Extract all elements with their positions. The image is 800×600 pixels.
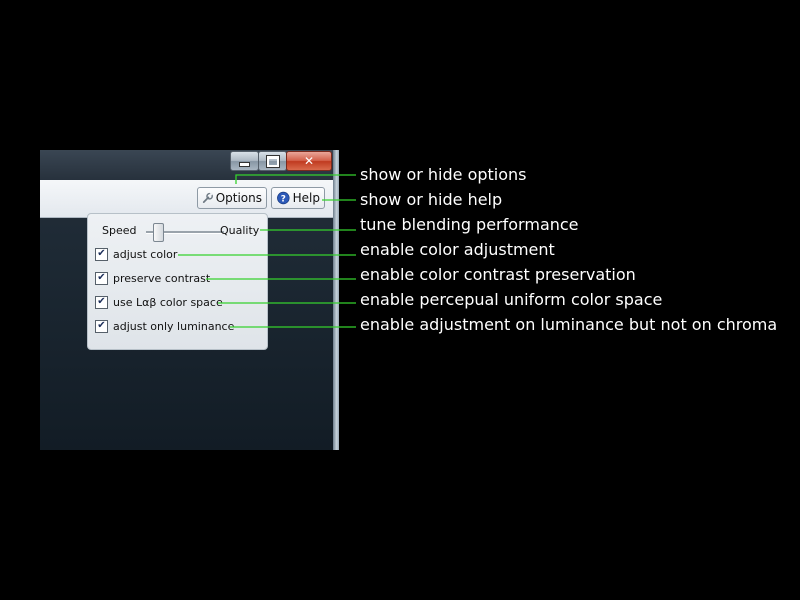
annotation-options: show or hide options	[360, 165, 527, 184]
annotation-color-space: enable percepual uniform color space	[360, 290, 663, 309]
leader-line-options	[235, 174, 356, 184]
annotation-contrast: enable color contrast preservation	[360, 265, 636, 284]
annotation-help: show or hide help	[360, 190, 503, 209]
annotation-slider: tune blending performance	[360, 215, 579, 234]
annotation-adjust-color: enable color adjustment	[360, 240, 555, 259]
annotation-luminance: enable adjustment on luminance but not o…	[360, 315, 778, 334]
